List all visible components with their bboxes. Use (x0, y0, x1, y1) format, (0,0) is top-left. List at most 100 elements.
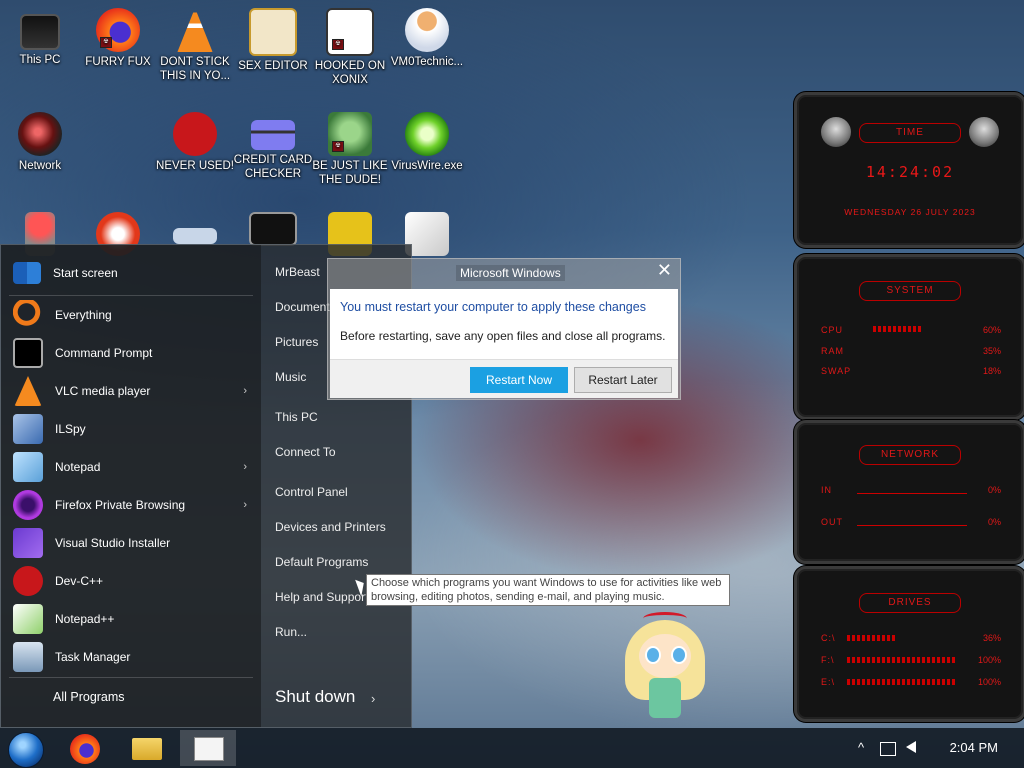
show-hidden-icons-icon[interactable]: ^ (858, 740, 864, 755)
start-item-start-screen[interactable]: Start screen (13, 256, 253, 290)
list-window-icon (194, 737, 224, 761)
cpu-value: 60% (982, 325, 1001, 335)
start-item-notepadpp[interactable]: Notepad++ (13, 602, 253, 636)
restart-now-button[interactable]: Restart Now (470, 367, 568, 393)
vlc-cone-icon (177, 8, 213, 52)
start-item-firefox-private[interactable]: Firefox Private Browsing › (13, 488, 253, 522)
credit-card-icon (251, 120, 295, 150)
desktop-icon-never-used[interactable]: NEVER USED! (155, 112, 235, 173)
start-right-control-panel[interactable]: Control Panel (275, 485, 348, 499)
swap-label: SWAP (821, 366, 852, 376)
drives-gadget: DRIVES C:\ 36% F:\ 100% E:\ 100% (794, 566, 1024, 722)
all-programs-button[interactable]: All Programs (21, 680, 261, 714)
cartoon-character-sticker (615, 612, 715, 728)
start-item-vlc[interactable]: VLC media player › (13, 374, 253, 408)
hxd-icon (249, 8, 297, 56)
dialog-title: Microsoft Windows (456, 265, 565, 281)
start-screen-icon (13, 262, 41, 284)
desktop-icon-vm0technic[interactable]: VM0Technic... (387, 8, 467, 69)
drive-f-bar (847, 657, 957, 663)
start-right-mrbeast[interactable]: MrBeast (275, 265, 320, 279)
desktop-icon-furry-fux[interactable]: ☢ FURRY FUX (78, 8, 158, 69)
start-item-task-manager[interactable]: Task Manager (13, 640, 253, 674)
alien-head-icon (969, 117, 999, 147)
restart-later-button[interactable]: Restart Later (574, 367, 672, 393)
start-item-devcpp[interactable]: Dev-C++ (13, 564, 253, 598)
taskbar-explorer-button[interactable] (122, 730, 170, 766)
submenu-arrow-icon[interactable]: › (243, 385, 247, 397)
volume-tray-icon[interactable] (906, 741, 916, 753)
desktop-icon-credit-card[interactable]: CREDIT CARD CHECKER (233, 112, 313, 181)
cpu-label: CPU (821, 325, 844, 335)
desktop-icon-dont-stick[interactable]: DONT STICK THIS IN YO... (155, 8, 235, 83)
network-tray-icon[interactable] (880, 742, 896, 756)
ram-label: RAM (821, 346, 844, 356)
taskbar: ^ 2:04 PM (0, 728, 1024, 768)
notepadpp-icon (13, 604, 43, 634)
drive-f-value: 100% (977, 655, 1001, 665)
taskbar-clock[interactable]: 2:04 PM (950, 740, 998, 755)
network-in-graph (857, 493, 967, 494)
shutdown-button[interactable]: Shut down (275, 687, 355, 707)
dialog-footer: Restart Now Restart Later (330, 359, 678, 398)
start-right-run[interactable]: Run... (275, 625, 307, 639)
desktop-icon-be-like-dude[interactable]: ☢ BE JUST LIKE THE DUDE! (310, 112, 390, 187)
firefox-icon: ☢ (96, 8, 140, 52)
desktop-icon-row3-3[interactable] (155, 212, 235, 247)
start-right-pictures[interactable]: Pictures (275, 335, 318, 349)
vlc-icon (14, 376, 42, 406)
taskbar-active-window-button[interactable] (180, 730, 236, 766)
desktop-icon-this-pc[interactable]: This PC (0, 8, 80, 67)
gadget-clock: 14:24:02 (865, 163, 955, 181)
start-right-default-programs[interactable]: Default Programs (275, 555, 368, 569)
taskbar-firefox-button[interactable] (62, 730, 110, 766)
start-menu-separator (9, 677, 253, 678)
visual-studio-icon (13, 528, 43, 558)
time-gadget: TIME 14:24:02 WEDNESDAY 26 JULY 2023 (794, 92, 1024, 248)
start-item-notepad[interactable]: Notepad › (13, 450, 253, 484)
start-right-music[interactable]: Music (275, 370, 306, 384)
gadget-date: WEDNESDAY 26 JULY 2023 (844, 207, 976, 217)
start-right-help-support[interactable]: Help and Support (275, 590, 368, 604)
person-icon (405, 8, 449, 52)
dress (649, 678, 681, 718)
system-gadget: SYSTEM CPU 60% RAM 35% SWAP 18% (794, 254, 1024, 420)
desktop-icon-viruswire[interactable]: VirusWire.exe (387, 112, 467, 173)
start-orb-button[interactable] (2, 730, 50, 768)
start-right-this-pc[interactable]: This PC (275, 410, 318, 424)
start-item-everything[interactable]: Everything (13, 298, 253, 332)
submenu-arrow-icon[interactable]: › (243, 461, 247, 473)
drive-c-label: C:\ (821, 633, 836, 643)
magnifier-icon (13, 300, 43, 330)
close-icon[interactable]: ✕ (657, 260, 672, 281)
eye-left (645, 646, 661, 664)
usb-icon (173, 228, 217, 244)
swap-value: 18% (982, 366, 1001, 376)
network-in-label: IN (821, 485, 832, 495)
start-item-ilspy[interactable]: ILSpy (13, 412, 253, 446)
devcpp-icon (173, 112, 217, 156)
cmd-icon (249, 212, 297, 246)
desktop-icon-network[interactable]: Network (0, 112, 80, 173)
desktop-icon-sex-editor[interactable]: SEX EDITOR (233, 8, 313, 73)
network-out-value: 0% (987, 517, 1001, 527)
start-item-command-prompt[interactable]: Command Prompt (13, 336, 253, 370)
task-manager-icon (13, 642, 43, 672)
folder-icon (132, 738, 162, 760)
start-menu-separator (9, 295, 253, 296)
dialog-main-instruction: You must restart your computer to apply … (340, 300, 646, 314)
start-right-devices-printers[interactable]: Devices and Printers (275, 520, 386, 534)
drive-c-value: 36% (982, 633, 1001, 643)
start-item-vs-installer[interactable]: Visual Studio Installer (13, 526, 253, 560)
submenu-arrow-icon[interactable]: › (243, 499, 247, 511)
windows-orb-icon (8, 732, 44, 768)
shutdown-options-arrow-icon[interactable]: › (371, 691, 375, 706)
firefox-private-icon (13, 490, 43, 520)
dialog-body: You must restart your computer to apply … (330, 289, 678, 398)
desktop-icon-hooked-on-xonix[interactable]: ☢ HOOKED ON XONIX (310, 8, 390, 87)
devcpp-icon (13, 566, 43, 596)
devil-horns-icon (643, 612, 687, 625)
eye-right (671, 646, 687, 664)
start-right-connect-to[interactable]: Connect To (275, 445, 336, 459)
drive-e-label: E:\ (821, 677, 836, 687)
